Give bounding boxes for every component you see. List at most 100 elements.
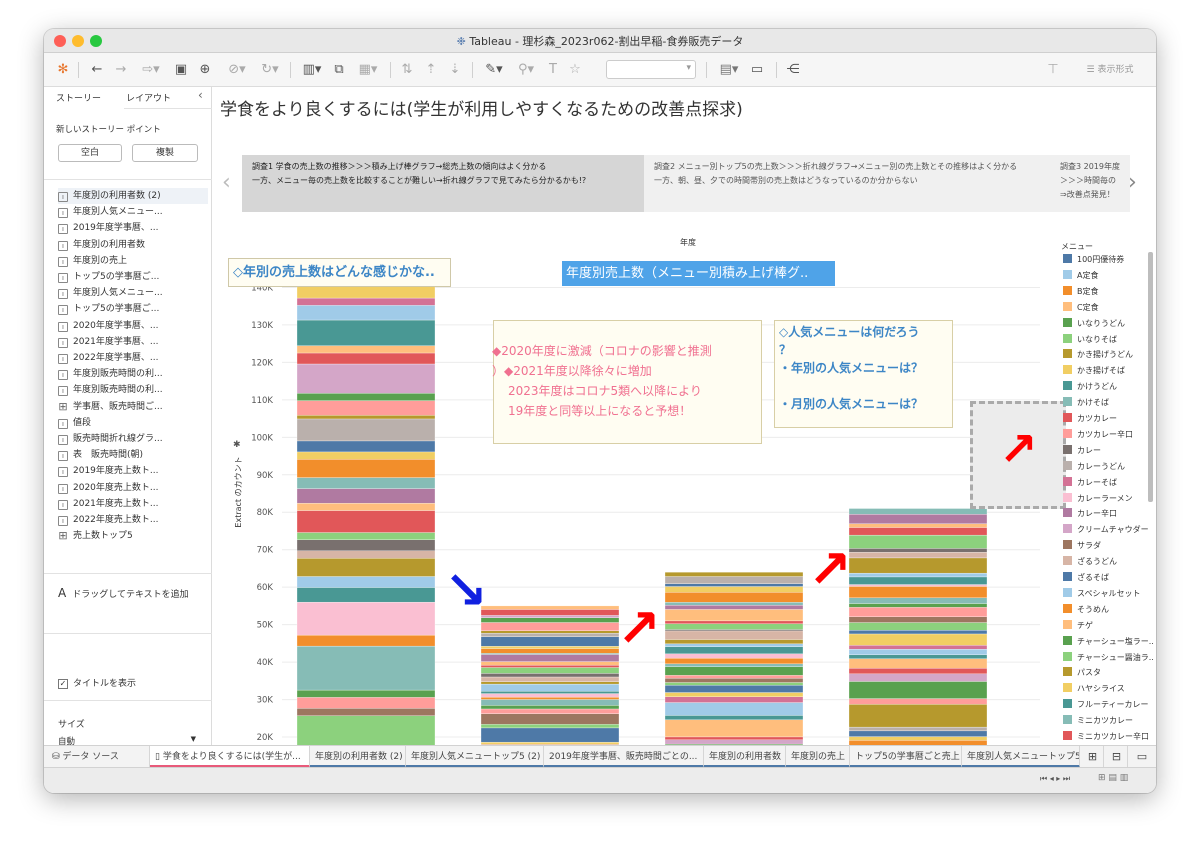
legend-item[interactable]: スペシャルセット (1063, 587, 1156, 602)
pause-updates-icon[interactable]: ⊘▾ (222, 59, 252, 81)
tab-sheet-users[interactable]: 年度別の利用者数 (704, 746, 786, 768)
legend-item[interactable]: チャーシュー醤油ラ.. (1063, 651, 1156, 666)
show-me-button[interactable]: ☰ 表示形式 (1074, 59, 1146, 81)
clear-sheet-icon[interactable]: ▦▾ (354, 59, 382, 81)
legend-item[interactable]: チゲ (1063, 619, 1156, 634)
tab-data-source[interactable]: ⛁ データ ソース (44, 746, 150, 768)
annotation-chart-title[interactable]: 年度別売上数（メニュー別積み上げ棒グ.. (562, 261, 835, 286)
legend-item[interactable]: カレーそば (1063, 476, 1156, 491)
sheet-list-item[interactable]: ı 2020年度売上数ト... (58, 480, 208, 496)
legend-item[interactable]: カレーうどん (1063, 460, 1156, 475)
highlight-icon[interactable]: ✎▾ (480, 59, 508, 81)
legend-item[interactable]: いなりそば (1063, 333, 1156, 348)
legend-item[interactable]: ざるうどん (1063, 556, 1156, 570)
sheet-list-item[interactable]: ı トップ5の学事暦ご... (58, 269, 208, 285)
undo-icon[interactable]: ← (88, 59, 106, 81)
legend-item[interactable]: クリームチャウダー (1063, 524, 1156, 538)
swap-icon[interactable]: ⇅ (398, 59, 416, 81)
sort-desc-icon[interactable]: ⇣ (446, 59, 464, 81)
story-point-1[interactable]: 調査1 学食の売上数の推移＞＞＞積み上げ棒グラフ→総売上数の傾向はよく分かる 一… (242, 155, 644, 212)
sheet-list-item[interactable]: ı 年度別販売時間の利... (58, 366, 208, 382)
annotation-yearly-sales[interactable]: ◇年別の売上数はどんな感じかな.. (228, 258, 451, 287)
new-dashboard-tab-icon[interactable]: ⊟ (1106, 746, 1128, 768)
sheet-list-item[interactable]: ı 表 販売時間(朝) (58, 447, 208, 463)
blank-button[interactable]: 空白 (58, 144, 122, 162)
legend-item[interactable]: かけそば (1063, 397, 1156, 411)
tab-sheet-popular-2[interactable]: 年度別人気メニュートップ5 (2) (406, 746, 544, 768)
tab-sheet-users-2[interactable]: 年度別の利用者数 (2) (310, 746, 406, 768)
fit-dropdown[interactable]: ▾ (606, 60, 696, 79)
prev-story-point-icon[interactable]: ‹ (222, 172, 244, 197)
legend-item[interactable]: カツカレー (1063, 413, 1156, 427)
legend-item[interactable]: 100円優待券 (1063, 254, 1156, 268)
annotation-popular-menu[interactable]: ◇人気メニューは何だろう ？ ・年別の人気メニューは？ ・月別の人気メニューは？ (774, 320, 953, 428)
legend-item[interactable]: B定食 (1063, 285, 1156, 300)
new-datasource-icon[interactable]: ⊕ (196, 59, 214, 81)
share-icon[interactable]: ⋲ (784, 59, 802, 81)
tab-story[interactable]: ストーリー (56, 91, 101, 104)
sheet-list-item[interactable]: ⊞ 売上数トップ5 (58, 528, 208, 544)
sheet-list-item[interactable]: ı 2019年度売上数ト... (58, 463, 208, 479)
legend-item[interactable]: ざるそば (1063, 572, 1156, 586)
legend-item[interactable]: かき揚げうどん (1063, 349, 1156, 363)
new-sheet-icon[interactable]: ▥▾ (298, 59, 326, 81)
sheet-list-item[interactable]: ı 2021年度学事暦、... (58, 334, 208, 350)
legend-item[interactable]: パスタ (1063, 667, 1156, 681)
sheet-list-item[interactable]: ı 年度別人気メニュー... (58, 204, 208, 220)
sheet-list-item[interactable]: ı 2021年度売上数ト... (58, 496, 208, 512)
presentation-mode-icon[interactable]: ▭ (748, 59, 766, 81)
sheet-list-item[interactable]: ı 年度別の利用者数 (58, 237, 208, 253)
duplicate-button[interactable]: 複製 (132, 144, 198, 162)
sheet-list-item[interactable]: ı 年度別の利用者数 (2) (58, 188, 208, 204)
presenter-icon[interactable]: ⊤ (1044, 59, 1062, 81)
legend-item[interactable]: そうめん (1063, 603, 1156, 618)
story-point-3[interactable]: 調査3 2019年度 ＞＞＞時間毎の ⇒改善点発見！ (1050, 155, 1130, 212)
sort-asc-icon[interactable]: ⇡ (422, 59, 440, 81)
story-point-2[interactable]: 調査2 メニュー別トップ5の売上数＞＞＞折れ線グラフ→メニュー別の売上数とその推… (644, 155, 1050, 212)
duplicate-sheet-icon[interactable]: ⧉ (330, 59, 348, 81)
replay-icon[interactable]: ⇨▾ (136, 59, 166, 81)
legend-item[interactable]: A定食 (1063, 269, 1156, 284)
sheet-list-item[interactable]: ı 2020年度学事暦、... (58, 318, 208, 334)
tab-sheet-calendar-2019[interactable]: 2019年度学事暦、販売時間ごとの... (544, 746, 704, 768)
legend-item[interactable]: チャーシュー塩ラー.. (1063, 635, 1156, 650)
sheet-list-item[interactable]: ı 年度別の売上 (58, 253, 208, 269)
legend-item[interactable]: かき揚げそば (1063, 365, 1156, 379)
redo-icon[interactable]: → (112, 59, 130, 81)
show-cards-icon[interactable]: ▤▾ (714, 59, 744, 81)
sheet-list-item[interactable]: ı 販売時間折れ線グラ... (58, 431, 208, 447)
refresh-icon[interactable]: ↻▾ (256, 59, 284, 81)
legend-item[interactable]: ミニカツカレー (1063, 715, 1156, 729)
sheet-list-item[interactable]: ı トップ5の学事暦ご... (58, 301, 208, 317)
tab-layout[interactable]: レイアウト (126, 91, 171, 104)
legend-item[interactable]: ハヤシライス (1063, 683, 1156, 697)
legend-item[interactable]: カレー (1063, 444, 1156, 459)
collapse-sidebar-icon[interactable]: ‹ (198, 88, 203, 102)
sheet-list-item[interactable]: ı 2019年度学事暦、... (58, 220, 208, 236)
annotation-covid-note[interactable]: ◆2020年度に激減（コロナの影響と推測 ）◆2021年度以降徐々に増加 202… (492, 320, 762, 444)
drag-text-item[interactable]: A ドラッグしてテキストを追加 (58, 586, 189, 600)
sheet-list-item[interactable]: ı 年度別販売時間の利... (58, 382, 208, 398)
tab-sheet-top5-calendar[interactable]: トップ5の学事暦ごと売上 (850, 746, 962, 768)
sheet-list-item[interactable]: ı 2022年度売上数ト... (58, 512, 208, 528)
next-story-point-icon[interactable]: › (1128, 172, 1150, 197)
legend-item[interactable]: ミニカツカレー辛口 (1063, 731, 1156, 745)
tab-story-active[interactable]: ▯ 学食をより良くするには(学生が... (150, 746, 310, 768)
group-icon[interactable]: ⚲▾ (512, 59, 540, 81)
pin-icon[interactable]: ☆ (566, 59, 584, 81)
labels-icon[interactable]: T (544, 59, 562, 81)
sheet-list-item[interactable]: ı 2022年度学事暦、... (58, 350, 208, 366)
tableau-home-icon[interactable]: ✻ (54, 59, 72, 81)
legend-item[interactable]: C定食 (1063, 301, 1156, 316)
sheet-list-item[interactable]: ı 値段 (58, 415, 208, 431)
view-toggle-icons[interactable]: ⊞ ▤ ▥ (1098, 773, 1128, 783)
tab-sheet-sales[interactable]: 年度別の売上 (786, 746, 850, 768)
sheet-navigation-arrows-icon[interactable]: ⏮ ◂ ▸ ⏭ (1040, 774, 1070, 784)
save-icon[interactable]: ▣ (172, 59, 190, 81)
sheet-list-item[interactable]: ı 年度別人気メニュー... (58, 285, 208, 301)
legend-item[interactable]: カレー辛口 (1063, 508, 1156, 522)
show-title-checkbox[interactable]: ✓ タイトルを表示 (58, 676, 136, 689)
new-story-tab-icon[interactable]: ▭ (1130, 746, 1154, 768)
legend-item[interactable]: かけうどん (1063, 381, 1156, 395)
sheet-list-item[interactable]: ⊞ 学事暦、販売時間ご... (58, 399, 208, 415)
